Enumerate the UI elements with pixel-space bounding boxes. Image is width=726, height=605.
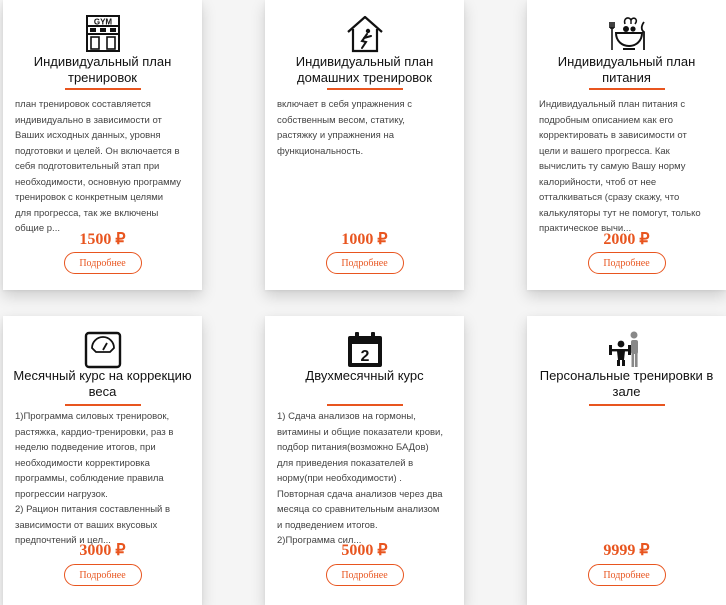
card-price: 5000 ₽ (341, 542, 388, 559)
more-button[interactable]: Подробнее (325, 252, 404, 274)
card-description: 1) Сдача анализов на гормоны, витамины и… (277, 411, 443, 546)
title-underline (64, 88, 141, 90)
more-button[interactable]: Подробнее (63, 564, 142, 586)
svg-text:2: 2 (360, 348, 369, 365)
service-card-home-plan: Индивидуальный план домашних тренировок … (265, 0, 464, 290)
gym-icon: GYM (81, 14, 125, 54)
card-description: Индивидуальный план питания с подробным … (539, 99, 701, 234)
card-price: 9999 ₽ (603, 542, 650, 559)
card-price: 3000 ₽ (79, 542, 126, 559)
service-card-nutrition-plan: Индивидуальный план питания Индивидуальн… (527, 0, 726, 290)
card-title: Индивидуальный план тренировок (33, 54, 172, 85)
card-description: 1)Программа силовых тренировок, растяжка… (15, 411, 174, 546)
card-title: Месячный курс на коррекцию веса (13, 368, 192, 399)
more-button[interactable]: Подробнее (63, 252, 142, 274)
title-underline (588, 404, 665, 406)
service-card-weight-course: Месячный курс на коррекцию веса 1)Програ… (3, 316, 202, 605)
more-button[interactable]: Подробнее (587, 564, 666, 586)
card-title: Двухмесячный курс (305, 368, 424, 383)
card-description: включает в себя упражнения с собственным… (277, 99, 413, 157)
card-price: 1000 ₽ (341, 231, 388, 248)
more-button[interactable]: Подробнее (325, 564, 404, 586)
title-underline (64, 404, 141, 406)
card-price: 1500 ₽ (79, 231, 126, 248)
personal-trainer-icon (605, 330, 649, 370)
more-button[interactable]: Подробнее (587, 252, 666, 274)
card-title: Индивидуальный план питания (557, 54, 696, 85)
title-underline (588, 88, 665, 90)
service-card-personal-training: Персональные тренировки в зале 9999 ₽ По… (527, 316, 726, 605)
card-price: 2000 ₽ (603, 231, 650, 248)
nutrition-bowl-icon (605, 14, 649, 54)
scale-icon (81, 330, 125, 370)
service-card-two-month-course: 2 Двухмесячный курс 1) Сдача анализов на… (265, 316, 464, 605)
title-underline (326, 404, 403, 406)
card-title: Персональные тренировки в зале (539, 368, 714, 399)
card-title: Индивидуальный план домашних тренировок (295, 54, 434, 85)
card-description: план тренировок составляется индивидуаль… (15, 99, 182, 234)
title-underline (326, 88, 403, 90)
home-workout-icon (343, 14, 387, 54)
service-card-gym-plan: GYM Индивидуальный план тренировок план … (3, 0, 202, 290)
calendar-2-icon: 2 (343, 330, 387, 370)
